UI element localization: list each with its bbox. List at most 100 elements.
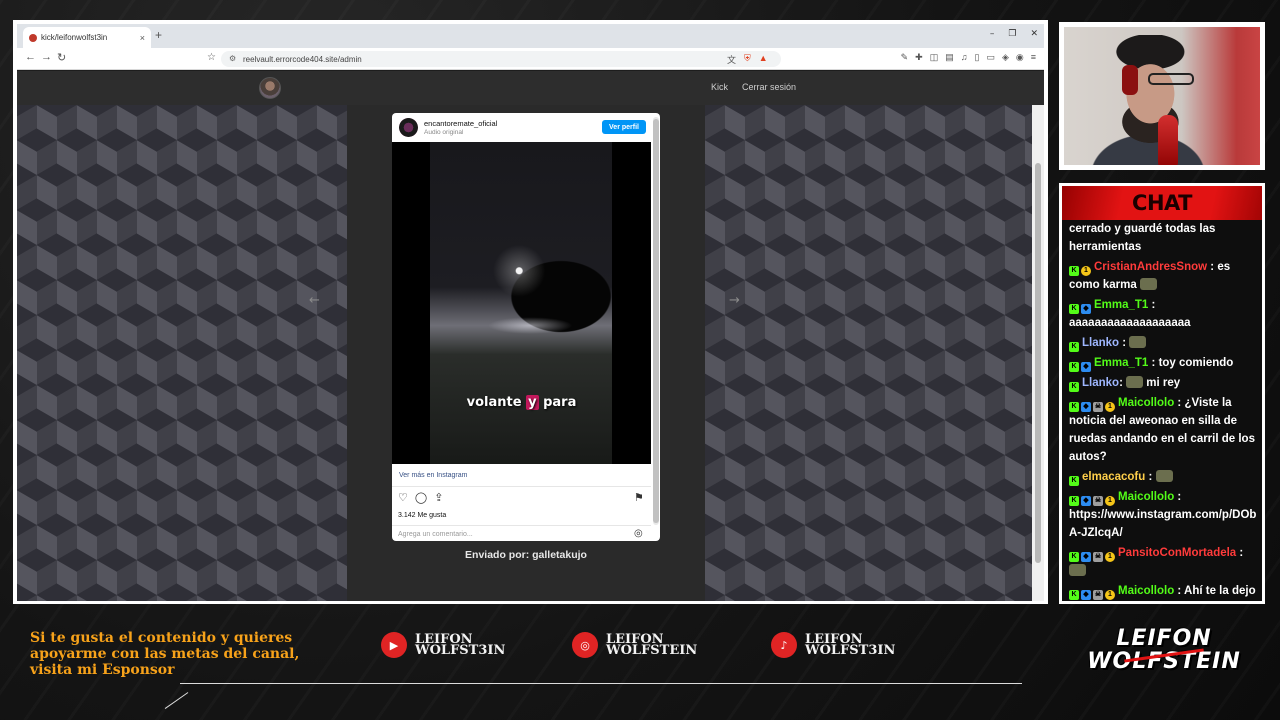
chat-username[interactable]: CristianAndresSnow (1094, 261, 1207, 273)
night-street-video-frame (430, 142, 612, 464)
minimize-button[interactable]: – (990, 29, 995, 39)
post-actions: ♡ ◯ ⇪ (398, 491, 443, 504)
reel-video[interactable]: volante y para (392, 142, 651, 464)
chat-username[interactable]: Emma_T1 (1094, 357, 1148, 369)
puzzle-icon[interactable]: ✚ (915, 52, 923, 63)
chat-title: CHAT (1132, 191, 1192, 215)
view-more-link[interactable]: Ver más en Instagram (399, 472, 467, 479)
site-logo-avatar[interactable] (259, 77, 281, 99)
music-icon[interactable]: ♫ (961, 52, 968, 63)
new-tab-button[interactable]: + (155, 28, 162, 42)
nav-link-logout[interactable]: Cerrar sesión (742, 82, 796, 92)
emote-icon (1129, 336, 1147, 348)
chat-username[interactable]: Maicollolo (1118, 585, 1174, 597)
chat-username[interactable]: Maicollolo (1118, 491, 1174, 503)
menu-icon[interactable]: ≡ (1031, 52, 1036, 63)
close-window-button[interactable]: ✕ (1030, 29, 1038, 39)
vip-badge-icon: ◆ (1081, 496, 1091, 506)
url-text: reelvault.errorcode404.site/admin (243, 54, 362, 64)
instagram-icon: ◎ (572, 632, 598, 658)
video-subtitle: volante y para (392, 395, 651, 410)
k-badge-icon: K (1069, 342, 1079, 352)
k-badge-icon: K (1069, 304, 1079, 314)
chat-message: K ◆ ☠ 1 PansitoConMortadela : (1069, 544, 1258, 580)
address-bar-icons: 文 ⛨ ▲ (727, 53, 768, 66)
embed-username[interactable]: encantoremate_oficial (424, 119, 497, 128)
chat-badges: K ◆ (1069, 304, 1091, 314)
page-scrollbar-thumb[interactable] (1035, 163, 1041, 563)
webcam-feed (1064, 27, 1260, 165)
browser-tab[interactable]: kick/leifonwolfst3in × (23, 27, 151, 48)
chat-username[interactable]: elmacacofu (1082, 471, 1145, 483)
chat-username[interactable]: PansitoConMortadela (1118, 547, 1236, 559)
comment-icon[interactable]: ◯ (415, 491, 427, 504)
site-info-icon[interactable]: ⚙ (229, 54, 236, 63)
chat-username[interactable]: Emma_T1 (1094, 299, 1148, 311)
embed-scrollbar-thumb[interactable] (653, 119, 659, 523)
nav-link-kick[interactable]: Kick (711, 82, 728, 92)
chat-icon[interactable]: ◫ (930, 52, 939, 63)
comment-input[interactable]: Agrega un comentario... (398, 531, 473, 538)
emote-icon (1155, 470, 1173, 482)
like-heart-icon[interactable]: ♡ (398, 491, 408, 504)
share-icon[interactable]: ⇪ (434, 491, 443, 504)
profile-icon[interactable]: ◉ (1016, 52, 1024, 63)
k-badge-icon: K (1069, 382, 1079, 392)
chat-message: K ◆ ☠ 1 Maicollolo : ¿Viste la noticia del a… (1069, 394, 1258, 466)
sent-by-label: Enviado por: galletakujo (465, 549, 587, 561)
chat-username[interactable]: Maicollolo (1118, 397, 1174, 409)
browser-toolbar: ← → ↻ ☆ ⚙ reelvault.errorcode404.site/ad… (17, 48, 1044, 70)
chat-username[interactable]: Llanko (1082, 377, 1119, 389)
address-bar[interactable]: ⚙ reelvault.errorcode404.site/admin (221, 51, 781, 67)
translate-icon[interactable]: 文 (727, 53, 736, 66)
background-pattern-right: → (705, 105, 1032, 601)
instagram-logo-icon[interactable]: ◎ (634, 528, 643, 539)
extension-icons: ✎ ✚ ◫ ▤ ♫ ▯ ▭ ◈ ◉ ≡ (901, 52, 1036, 63)
forward-arrow-icon[interactable]: → (41, 51, 52, 63)
tiktok-handle: LEIFON WOLFST3IN (805, 633, 895, 657)
logo-line-1: LEIFON (1116, 626, 1212, 651)
brave-shield-icon[interactable]: ⛨ (744, 53, 751, 66)
chat-message: K ◆ Emma_T1 : toy comiendo (1069, 354, 1258, 372)
web-page: Kick Cerrar sesión ← encantoremate_ofici… (17, 71, 1044, 601)
rewards-icon[interactable]: ▲ (759, 53, 768, 66)
subtitle-word: volante (466, 395, 527, 410)
chat-message: Kelmacacofu : (1069, 468, 1258, 486)
chat-message-text: mi rey (1143, 377, 1181, 389)
profile-avatar[interactable] (399, 118, 418, 137)
subtitle-highlighted-word: y (526, 395, 539, 410)
headset-image (1122, 65, 1138, 95)
next-arrow-icon[interactable]: → (729, 293, 740, 308)
view-profile-button[interactable]: Ver perfil (602, 120, 646, 134)
like-count: 3.142 Me gusta (398, 512, 447, 519)
k-badge-icon: K (1069, 402, 1079, 412)
og-badge-icon: 1 (1105, 402, 1115, 412)
sub-badge-icon: ☠ (1093, 590, 1103, 600)
tiktok-icon: ♪ (771, 632, 797, 658)
channel-logo: LEIFON WOLFSTEIN (1084, 626, 1244, 692)
vpn-icon[interactable]: ◈ (1002, 52, 1009, 63)
pin-icon[interactable]: ✎ (901, 52, 909, 63)
bookmark-icon[interactable]: ☆ (207, 52, 216, 63)
k-badge-icon: K (1069, 476, 1079, 486)
save-bookmark-icon[interactable]: ⚑ (634, 491, 644, 504)
k-badge-icon: K (1069, 552, 1079, 562)
handle-line: WOLFST3IN (415, 643, 506, 658)
reader-icon[interactable]: ▤ (945, 52, 954, 63)
previous-arrow-icon[interactable]: ← (309, 293, 320, 308)
embed-scrollbar[interactable] (653, 117, 659, 525)
sub-badge-icon: ☠ (1093, 496, 1103, 506)
tab-close-icon[interactable]: × (140, 33, 145, 43)
social-tiktok: ♪ LEIFON WOLFST3IN (771, 632, 895, 658)
chat-username[interactable]: Llanko (1082, 337, 1119, 349)
youtube-handle: LEIFON WOLFST3IN (415, 633, 506, 658)
back-arrow-icon[interactable]: ← (25, 51, 36, 63)
reload-icon[interactable]: ↻ (57, 51, 66, 64)
embed-audio-label[interactable]: Audio original (424, 129, 463, 136)
restore-button[interactable]: ❐ (1008, 29, 1016, 39)
page-scrollbar[interactable] (1032, 105, 1044, 601)
sidebar-icon[interactable]: ▯ (974, 52, 979, 63)
vip-badge-icon: ◆ (1081, 402, 1091, 412)
wallet-icon[interactable]: ▭ (986, 52, 995, 63)
tab-title: kick/leifonwolfst3in (41, 33, 108, 42)
